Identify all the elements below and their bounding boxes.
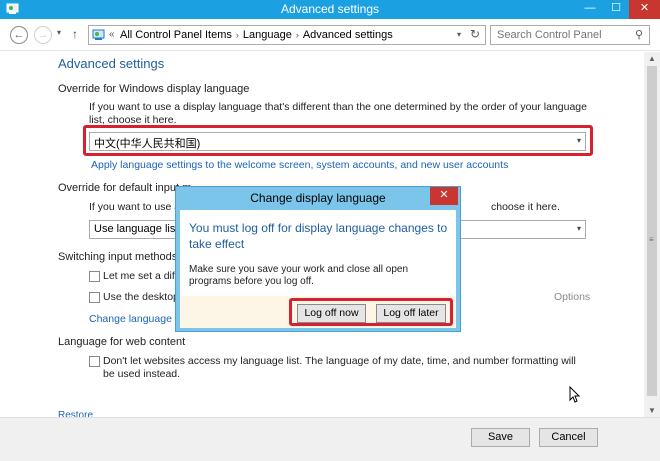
dialog-title: Change display language xyxy=(250,191,386,205)
checkbox[interactable] xyxy=(89,356,100,367)
title-bar: Advanced settings — ☐ ✕ xyxy=(0,0,660,19)
cancel-button[interactable]: Cancel xyxy=(539,428,598,447)
breadcrumb-item[interactable]: Language xyxy=(243,29,292,41)
save-button[interactable]: Save xyxy=(471,428,530,447)
search-icon[interactable]: ⚲ xyxy=(635,28,643,41)
back-button[interactable]: ← xyxy=(10,26,28,44)
breadcrumb-item[interactable]: Advanced settings xyxy=(303,29,393,41)
change-display-language-dialog: Change display language ✕ You must log o… xyxy=(175,186,461,332)
web-content-heading: Language for web content xyxy=(58,336,186,348)
display-language-description: If you want to use a display language th… xyxy=(89,101,587,126)
apply-language-settings-link[interactable]: Apply language settings to the welcome s… xyxy=(91,159,508,171)
display-language-heading: Override for Windows display language xyxy=(58,83,250,95)
input-method-heading: Override for default input m xyxy=(58,182,192,194)
scroll-grip-icon: ≡ xyxy=(649,235,654,244)
mouse-cursor-icon xyxy=(569,386,581,403)
select-value: 中文(中华人民共和国) xyxy=(94,138,201,150)
options-link[interactable]: Options xyxy=(554,291,590,303)
minimize-button[interactable]: — xyxy=(577,0,603,19)
maximize-button[interactable]: ☐ xyxy=(603,0,629,19)
close-button[interactable]: ✕ xyxy=(629,0,660,19)
dialog-button-area: Log off now Log off later xyxy=(180,296,456,328)
log-off-later-button[interactable]: Log off later xyxy=(376,304,446,323)
log-off-now-button[interactable]: Log off now xyxy=(297,304,366,323)
chevron-down-icon: ▾ xyxy=(576,224,581,233)
breadcrumb: All Control Panel Items › Language › Advance… xyxy=(120,29,393,41)
breadcrumb-overflow-icon[interactable]: « xyxy=(109,29,115,40)
address-bar[interactable]: « All Control Panel Items › Language › Advan… xyxy=(88,25,486,45)
refresh-icon[interactable]: ↻ xyxy=(470,27,480,41)
navigation-bar: ← → ▾ ↑ « All Control Panel Items › Langua… xyxy=(0,19,660,51)
dialog-body: You must log off for display language ch… xyxy=(180,210,456,328)
search-box[interactable]: ⚲ xyxy=(490,25,650,45)
input-method-description-end: choose it here. xyxy=(491,201,560,213)
chevron-down-icon: ▾ xyxy=(576,136,581,145)
input-method-description: If you want to use ar xyxy=(89,201,184,213)
chevron-right-icon[interactable]: › xyxy=(296,30,299,40)
footer-bar: Save Cancel xyxy=(0,417,660,461)
scroll-down-icon[interactable]: ▼ xyxy=(648,406,656,415)
control-panel-icon xyxy=(92,29,105,40)
recent-pages-dropdown[interactable]: ▾ xyxy=(57,28,61,37)
scroll-up-icon[interactable]: ▲ xyxy=(648,54,656,63)
dialog-close-button[interactable]: ✕ xyxy=(430,187,458,205)
scroll-thumb[interactable] xyxy=(647,66,657,396)
checkbox-label[interactable]: Use the desktop l xyxy=(103,291,184,303)
switching-input-heading: Switching input methods xyxy=(58,251,178,263)
address-dropdown-icon[interactable]: ▾ xyxy=(457,30,461,39)
checkbox[interactable] xyxy=(89,271,100,282)
breadcrumb-item[interactable]: All Control Panel Items xyxy=(120,29,232,41)
vertical-scrollbar[interactable]: ▲ ≡ ▼ xyxy=(644,52,660,417)
page-title: Advanced settings xyxy=(58,56,165,71)
window-title: Advanced settings xyxy=(280,2,380,16)
checkbox-label[interactable]: Don't let websites access my language li… xyxy=(103,355,583,381)
display-language-select[interactable]: 中文(中华人民共和国) ▾ xyxy=(89,132,586,151)
search-input[interactable] xyxy=(491,26,629,44)
checkbox-label[interactable]: Let me set a diffe xyxy=(103,270,183,282)
checkbox[interactable] xyxy=(89,292,100,303)
forward-button[interactable]: → xyxy=(34,26,52,44)
dialog-heading: You must log off for display language ch… xyxy=(189,221,448,251)
chevron-right-icon[interactable]: › xyxy=(236,30,239,40)
up-button[interactable]: ↑ xyxy=(72,27,78,41)
dialog-message: Make sure you save your work and close a… xyxy=(189,264,409,287)
change-language-bar-link[interactable]: Change language ba xyxy=(89,313,187,325)
